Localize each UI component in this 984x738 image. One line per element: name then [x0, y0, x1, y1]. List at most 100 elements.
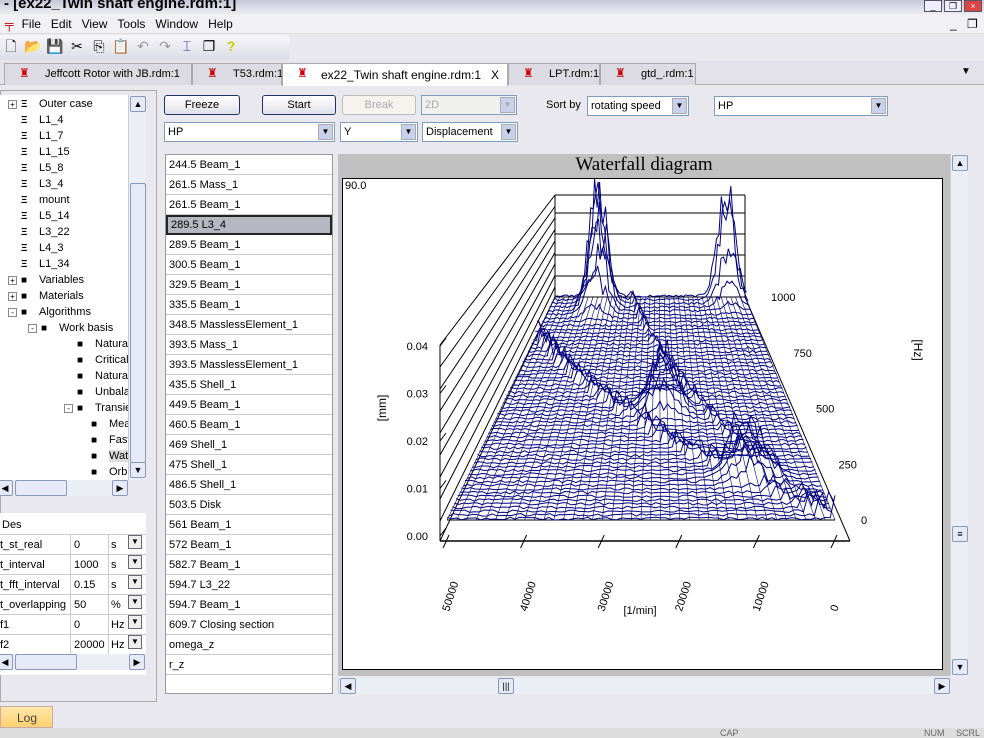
undo-icon[interactable]: ↶: [132, 35, 154, 57]
tabs-dropdown-icon[interactable]: ▼: [961, 66, 971, 77]
tree-item[interactable]: Ξ L1_15: [8, 144, 70, 160]
expand-icon[interactable]: +: [8, 276, 17, 285]
menu-window[interactable]: Window: [150, 14, 203, 34]
tab-lpt[interactable]: ♜ LPT.rdm:1: [508, 63, 600, 85]
tree-item[interactable]: Ξ L5_14: [8, 208, 70, 224]
scroll-left-icon[interactable]: ◀: [340, 678, 356, 694]
new-icon[interactable]: 🗋: [0, 35, 22, 57]
tab-gtd[interactable]: ♜ gtd_.rdm:1: [600, 63, 696, 85]
model-icon[interactable]: ⌶: [176, 35, 198, 57]
tree-item[interactable]: Ξ L3_22: [8, 224, 70, 240]
tree-item[interactable]: ■ Orbit: [78, 464, 133, 480]
list-item[interactable]: 486.5 Shell_1: [166, 475, 332, 495]
windows-icon[interactable]: ❐: [198, 35, 220, 57]
list-item[interactable]: 329.5 Beam_1: [166, 275, 332, 295]
save-icon[interactable]: 💾: [44, 35, 66, 57]
paste-icon[interactable]: 📋: [110, 35, 132, 57]
list-item[interactable]: 261.5 Mass_1: [166, 175, 332, 195]
list-item[interactable]: 609.7 Closing section: [166, 615, 332, 635]
mode-select[interactable]: 2D ▼: [421, 95, 517, 115]
chevron-down-icon[interactable]: ▼: [128, 555, 142, 569]
property-value[interactable]: 1000: [70, 555, 108, 575]
tree-item[interactable]: Ξ L1_4: [8, 112, 63, 128]
quantity-select[interactable]: Displacement ▼: [422, 122, 518, 142]
expand-icon[interactable]: +: [8, 100, 17, 109]
tree-horizontal-scrollbar[interactable]: ◀ ▶: [0, 480, 128, 496]
list-item[interactable]: 289.5 Beam_1: [166, 235, 332, 255]
copy-icon[interactable]: ⎘: [88, 35, 110, 57]
list-item[interactable]: 460.5 Beam_1: [166, 415, 332, 435]
redo-icon[interactable]: ↷: [154, 35, 176, 57]
collapse-icon[interactable]: -: [64, 404, 73, 413]
menu-edit[interactable]: Edit: [46, 14, 77, 34]
list-item[interactable]: 300.5 Beam_1: [166, 255, 332, 275]
scroll-left-icon[interactable]: ◀: [0, 654, 13, 670]
scroll-down-icon[interactable]: ▼: [130, 462, 146, 478]
scroll-thumb[interactable]: [15, 654, 77, 670]
menu-help[interactable]: Help: [203, 14, 238, 34]
rotor-filter-select[interactable]: HP ▼: [164, 122, 335, 142]
chevron-down-icon[interactable]: ▼: [128, 535, 142, 549]
menu-tools[interactable]: Tools: [112, 14, 150, 34]
app-icon[interactable]: ╤: [0, 14, 14, 34]
freeze-button[interactable]: Freeze: [164, 95, 240, 115]
list-item[interactable]: 435.5 Shell_1: [166, 375, 332, 395]
scroll-thumb[interactable]: |||: [498, 678, 514, 694]
tree-item[interactable]: Ξmount: [8, 192, 70, 208]
list-item[interactable]: r_z: [166, 655, 332, 675]
tree-item[interactable]: Ξ L5_8: [8, 160, 63, 176]
chevron-down-icon[interactable]: ▼: [128, 575, 142, 589]
list-item[interactable]: 503.5 Disk: [166, 495, 332, 515]
list-item[interactable]: omega_z: [166, 635, 332, 655]
scroll-thumb[interactable]: ≡: [952, 526, 968, 542]
close-button[interactable]: ×: [964, 0, 982, 12]
chevron-down-icon[interactable]: ▼: [128, 635, 142, 649]
scroll-up-icon[interactable]: ▲: [130, 96, 146, 112]
list-item[interactable]: 561 Beam_1: [166, 515, 332, 535]
list-item[interactable]: 594.7 Beam_1: [166, 595, 332, 615]
tree-item[interactable]: - ■ Work basis: [28, 320, 113, 336]
property-value[interactable]: 0: [70, 615, 108, 635]
scroll-up-icon[interactable]: ▲: [952, 155, 968, 171]
tree-item[interactable]: ■ Mea: [78, 416, 130, 432]
tree-item[interactable]: ■ Fast: [78, 432, 130, 448]
list-item[interactable]: 261.5 Beam_1: [166, 195, 332, 215]
property-value[interactable]: 50: [70, 595, 108, 615]
menu-view[interactable]: View: [77, 14, 113, 34]
chevron-down-icon[interactable]: ▼: [128, 595, 142, 609]
sort-by-select[interactable]: rotating speed ▼: [587, 96, 689, 116]
scroll-right-icon[interactable]: ▶: [112, 480, 128, 496]
scroll-left-icon[interactable]: ◀: [0, 480, 13, 496]
tree-item[interactable]: Ξ L1_34: [8, 256, 70, 272]
tree-vertical-scrollbar[interactable]: ▲ ▼: [128, 95, 146, 480]
mdi-minimize-button[interactable]: _: [945, 14, 962, 34]
scroll-thumb[interactable]: [130, 183, 146, 463]
mdi-restore-button[interactable]: ❐: [962, 14, 983, 34]
list-item[interactable]: 475 Shell_1: [166, 455, 332, 475]
scroll-down-icon[interactable]: ▼: [952, 659, 968, 675]
tree-item[interactable]: Ξ L4_3: [8, 240, 63, 256]
scroll-right-icon[interactable]: ▶: [129, 654, 145, 670]
expand-icon[interactable]: +: [8, 292, 17, 301]
list-item[interactable]: 244.5 Beam_1: [166, 155, 332, 175]
properties-horizontal-scrollbar[interactable]: ◀ ▶: [0, 654, 146, 670]
list-item[interactable]: 469 Shell_1: [166, 435, 332, 455]
menu-file[interactable]: File: [17, 14, 46, 34]
list-item[interactable]: 393.5 Mass_1: [166, 335, 332, 355]
tab-jeffcott[interactable]: ♜ Jeffcott Rotor with JB.rdm:1: [4, 63, 192, 85]
list-item[interactable]: 393.5 MasslessElement_1: [166, 355, 332, 375]
close-tab-icon[interactable]: X: [491, 68, 499, 82]
property-value[interactable]: 0: [70, 535, 108, 555]
tree-item[interactable]: + ■ Materials: [8, 288, 84, 304]
restore-button[interactable]: ❐: [944, 0, 962, 12]
start-button[interactable]: Start: [262, 95, 336, 115]
chart-horizontal-scrollbar[interactable]: ◀ ||| ▶: [338, 678, 950, 694]
list-item[interactable]: 289.5 L3_4: [166, 215, 332, 235]
open-icon[interactable]: 📂: [22, 35, 44, 57]
list-item[interactable]: 572 Beam_1: [166, 535, 332, 555]
list-item[interactable]: 348.5 MasslessElement_1: [166, 315, 332, 335]
tree-item[interactable]: Ξ L3_4: [8, 176, 63, 192]
scroll-thumb[interactable]: [15, 480, 67, 496]
list-item[interactable]: 582.7 Beam_1: [166, 555, 332, 575]
log-tab[interactable]: Log: [0, 706, 53, 728]
